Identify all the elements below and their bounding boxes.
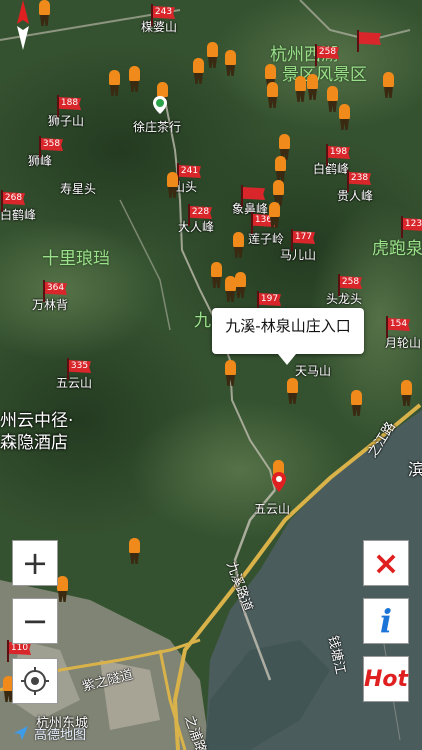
road-label-bin: 滨 [408,460,422,479]
info-icon: i [379,602,393,640]
flag-marker[interactable]: 268 [0,190,26,214]
hiker-marker[interactable] [164,172,180,198]
hiker-marker[interactable] [284,378,300,404]
amap-logo-icon [14,726,28,740]
hiker-marker[interactable] [398,380,414,406]
flag-marker[interactable]: 188 [56,95,82,119]
plus-icon: + [21,544,49,582]
minus-icon: − [21,602,49,640]
region-label-yunqi2: 森隐酒店 [0,433,68,453]
map-view[interactable]: 杭州西湖 景区风景区 十里琅珰 虎跑泉 九 州云中径· 森隐酒店 楳婆山 徐庄茶… [0,0,422,750]
flag-marker[interactable]: 335 [66,358,92,382]
hiker-marker[interactable] [348,390,364,416]
locate-crosshair-icon [21,667,49,695]
hiker-marker[interactable] [232,272,248,298]
info-button[interactable]: i [363,598,409,644]
flag-marker[interactable]: 238 [346,170,372,194]
teahouse-pin-icon[interactable] [153,96,167,114]
hiker-marker[interactable] [230,232,246,258]
hiker-marker[interactable] [266,202,282,228]
zoom-in-button[interactable]: + [12,540,58,586]
flag-marker[interactable]: 154 [385,316,411,340]
place-label: 徐庄茶行 [133,120,182,134]
close-icon: × [372,544,400,582]
hiker-marker[interactable] [336,104,352,130]
hiker-marker[interactable] [36,0,52,26]
hot-label: Hot [363,666,409,692]
hiker-marker[interactable] [222,50,238,76]
callout-label: 九溪-林泉山庄入口 [225,317,351,335]
flag-marker[interactable]: 123 [400,216,422,240]
flag-marker[interactable]: 228 [187,204,213,228]
hiker-marker[interactable] [380,72,396,98]
flag-marker[interactable]: 198 [325,144,351,168]
locate-button[interactable] [12,658,58,704]
region-label-shili: 十里琅珰 [42,249,110,269]
hiker-marker[interactable] [222,360,238,386]
place-label: 寿星头 [60,182,97,196]
hiker-marker[interactable] [126,66,142,92]
hiker-marker[interactable] [126,538,142,564]
region-label-jiu: 九 [194,311,211,331]
flag-marker[interactable]: 258 [314,44,340,68]
selected-location-pin-icon[interactable] [272,472,286,492]
hiker-marker[interactable] [264,82,280,108]
hiker-marker[interactable] [272,156,288,182]
map-attribution: 高德地图 [12,722,86,744]
close-button[interactable]: × [363,540,409,586]
place-label: 天马山 [295,364,332,378]
flag-marker[interactable]: 364 [42,280,68,304]
hiker-marker[interactable] [304,74,320,100]
flag-marker[interactable]: 177 [290,229,316,253]
hot-button[interactable]: Hot [363,656,409,702]
place-label: 五云山 [254,502,291,516]
flag-marker[interactable] [240,185,266,209]
hiker-marker[interactable] [106,70,122,96]
compass-icon[interactable] [12,0,34,50]
hiker-marker[interactable] [204,42,220,68]
flag-marker[interactable]: 258 [337,274,363,298]
marker-callout[interactable]: 九溪-林泉山庄入口 [212,308,364,365]
flag-marker[interactable]: 358 [38,136,64,160]
zoom-out-button[interactable]: − [12,598,58,644]
flag-marker[interactable]: 243 [150,4,176,28]
flag-marker[interactable] [356,30,382,54]
